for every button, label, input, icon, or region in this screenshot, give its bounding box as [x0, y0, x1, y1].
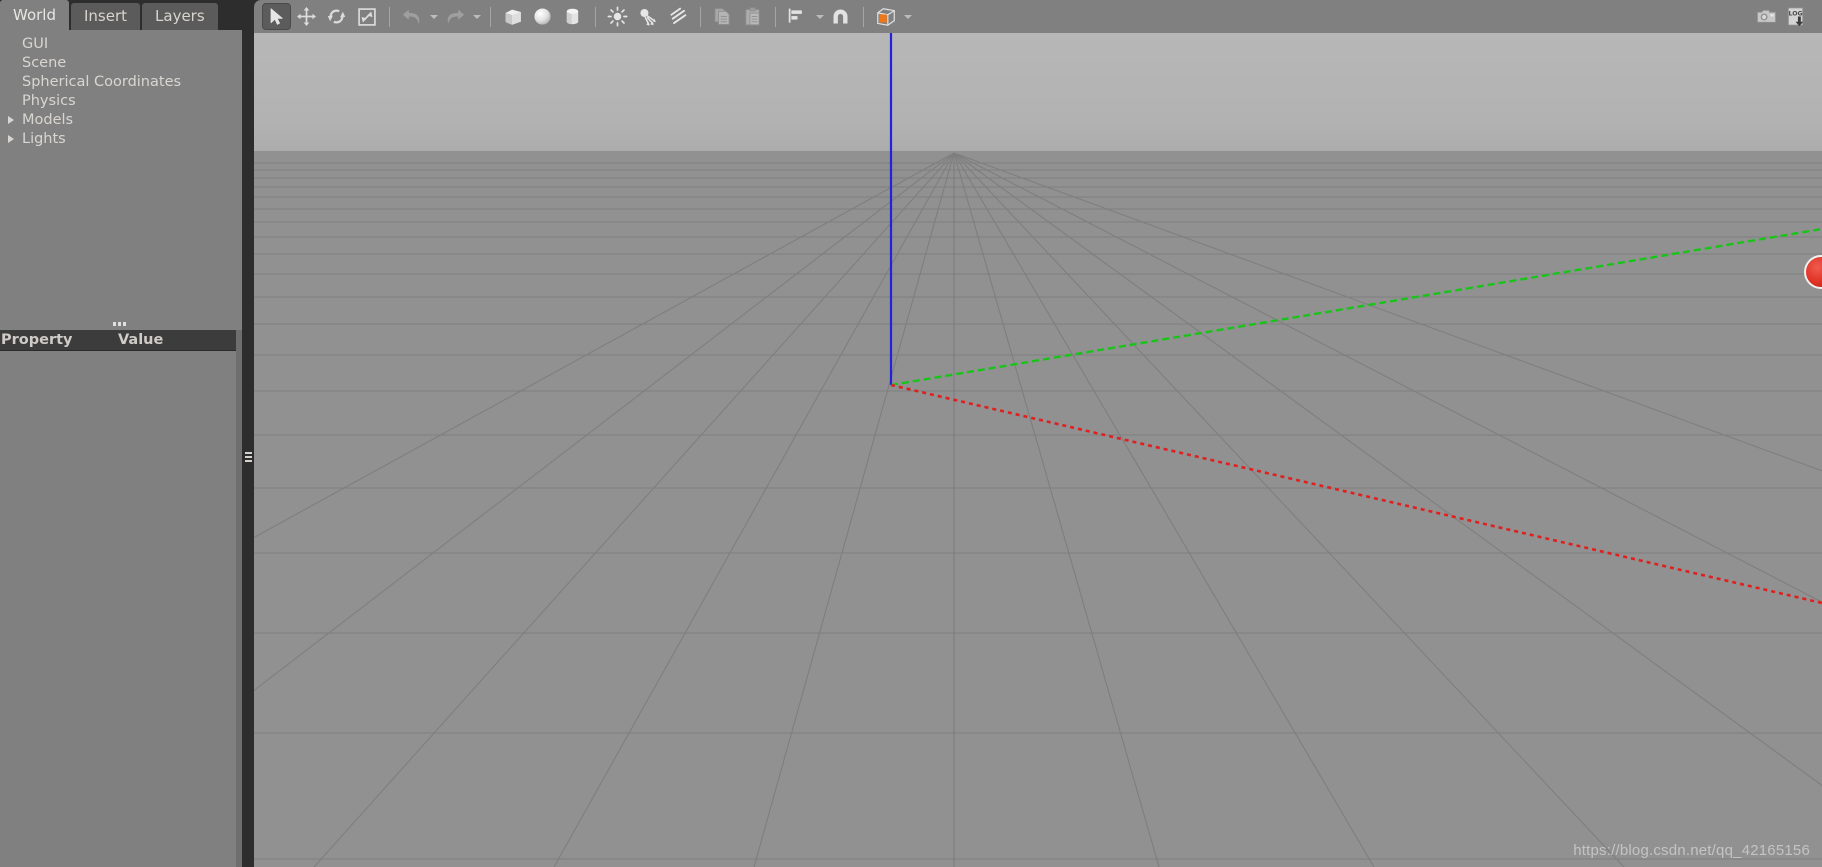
chevron-down-icon: [815, 14, 824, 19]
spot-light-icon: [640, 8, 656, 26]
align-button[interactable]: [783, 3, 812, 30]
world-tree: GUI Scene Spherical Coordinates Physics …: [0, 30, 242, 320]
scale-mode-button[interactable]: [352, 3, 381, 30]
undo-history-dropdown[interactable]: [427, 3, 440, 30]
cylinder-icon: [566, 8, 579, 25]
main-toolbar: [254, 0, 1822, 33]
splitter-grip-icon: [113, 322, 127, 326]
tab-layers[interactable]: Layers: [142, 3, 218, 30]
tree-item-label: Models: [22, 112, 74, 128]
tree-item-lights[interactable]: Lights: [0, 130, 242, 149]
toolbar-right-group: LOG: [1752, 3, 1812, 30]
redo-history-dropdown[interactable]: [470, 3, 483, 30]
tree-item-models[interactable]: Models: [0, 111, 242, 130]
translate-arrows-icon: [297, 7, 316, 26]
tree-item-label: Scene: [22, 55, 67, 71]
gazebo-window: World Insert Layers GUI Scene Spherical …: [0, 0, 1822, 867]
panel-horizontal-splitter[interactable]: [0, 318, 236, 330]
toolbar-separator: [389, 6, 390, 27]
svg-text:LOG: LOG: [1788, 11, 1802, 18]
tab-insert[interactable]: Insert: [71, 3, 141, 30]
snap-button[interactable]: [826, 3, 855, 30]
property-table-body: [0, 351, 236, 867]
view-angle-cube-icon: [876, 7, 895, 26]
undo-button[interactable]: [397, 3, 426, 30]
paste-button[interactable]: [738, 3, 767, 30]
rotate-circular-arrows-icon: [327, 9, 346, 24]
tree-item-gui[interactable]: GUI: [0, 35, 242, 54]
column-header-property[interactable]: Property: [0, 332, 118, 348]
sphere-icon: [534, 8, 551, 25]
insert-cylinder-button[interactable]: [558, 3, 587, 30]
toolbar-separator: [863, 6, 864, 27]
translate-mode-button[interactable]: [292, 3, 321, 30]
render-viewport[interactable]: https://blog.csdn.net/qq_42165156: [254, 33, 1822, 867]
screenshot-camera-icon: [1756, 9, 1777, 23]
x-axis: [890, 383, 1822, 605]
cursor-arrow-icon: [270, 8, 283, 25]
chevron-right-icon[interactable]: [8, 116, 14, 124]
directional-light-icon: [670, 7, 687, 24]
view-angle-dropdown[interactable]: [901, 3, 914, 30]
log-record-button[interactable]: LOG: [1782, 3, 1811, 30]
toolbar-separator: [595, 6, 596, 27]
watermark-text: https://blog.csdn.net/qq_42165156: [1573, 842, 1810, 859]
point-light-icon: [607, 6, 628, 27]
tree-item-label: GUI: [22, 36, 49, 52]
left-panel-tab-bar: World Insert Layers: [0, 0, 242, 30]
selection-mode-button[interactable]: [262, 3, 291, 30]
insert-spot-light-button[interactable]: [633, 3, 662, 30]
align-icon: [788, 8, 802, 23]
log-record-icon: LOG: [1787, 7, 1804, 27]
box-icon: [505, 9, 521, 25]
chevron-right-icon[interactable]: [8, 135, 14, 143]
copy-icon: [714, 8, 730, 25]
chevron-down-icon: [903, 14, 912, 19]
tree-item-label: Lights: [22, 131, 66, 147]
redo-arrow-icon: [447, 9, 464, 24]
paste-icon: [745, 7, 760, 26]
tree-item-spherical-coordinates[interactable]: Spherical Coordinates: [0, 73, 242, 92]
insert-point-light-button[interactable]: [603, 3, 632, 30]
tree-item-physics[interactable]: Physics: [0, 92, 242, 111]
main-vertical-splitter[interactable]: [242, 30, 254, 867]
origin-axes: [889, 33, 1822, 605]
align-dropdown[interactable]: [813, 3, 826, 30]
chevron-down-icon: [472, 14, 481, 19]
property-table-header: Property Value: [0, 330, 236, 351]
redo-button[interactable]: [440, 3, 469, 30]
tree-item-label: Physics: [22, 93, 76, 109]
snap-magnet-icon: [833, 9, 848, 24]
y-axis: [890, 227, 1822, 387]
chevron-down-icon: [429, 14, 438, 19]
copy-button[interactable]: [708, 3, 737, 30]
toolbar-separator: [700, 6, 701, 27]
insert-sphere-button[interactable]: [528, 3, 557, 30]
insert-directional-light-button[interactable]: [663, 3, 692, 30]
insert-box-button[interactable]: [498, 3, 527, 30]
view-angle-button[interactable]: [871, 3, 900, 30]
splitter-grip-icon: [245, 452, 252, 462]
tree-item-label: Spherical Coordinates: [22, 74, 182, 90]
tab-world[interactable]: World: [0, 0, 69, 30]
undo-arrow-icon: [402, 9, 419, 24]
screenshot-button[interactable]: [1752, 3, 1781, 30]
scale-diagonal-arrows-icon: [357, 7, 376, 26]
tree-item-scene[interactable]: Scene: [0, 54, 242, 73]
left-panel: World Insert Layers GUI Scene Spherical …: [0, 0, 242, 867]
toolbar-separator: [775, 6, 776, 27]
toolbar-separator: [490, 6, 491, 27]
column-header-value[interactable]: Value: [118, 332, 163, 348]
rotate-mode-button[interactable]: [322, 3, 351, 30]
